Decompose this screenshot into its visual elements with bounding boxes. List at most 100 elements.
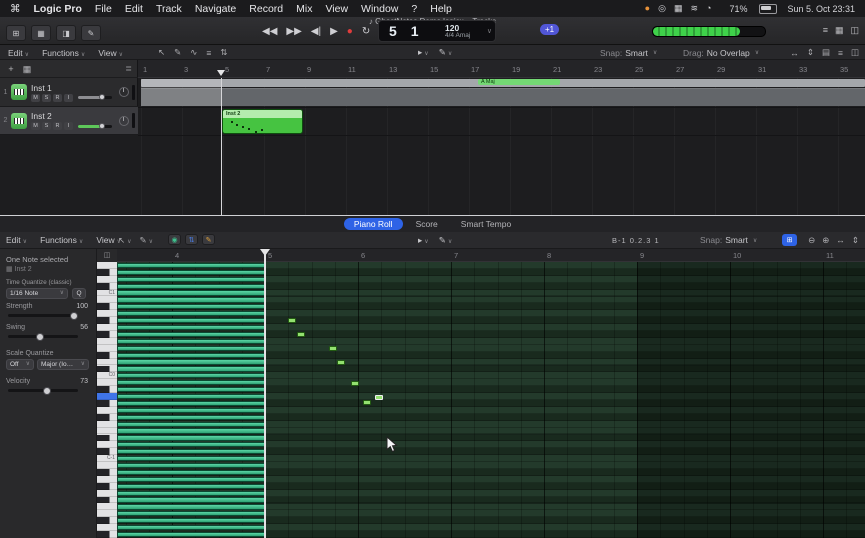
piano-key[interactable] bbox=[97, 524, 117, 532]
piano-key[interactable] bbox=[97, 413, 117, 421]
piano-key[interactable] bbox=[97, 345, 117, 352]
pianoroll-ruler[interactable]: 4 5 6 7 8 9 10 11 bbox=[117, 249, 865, 262]
midi-note-long[interactable] bbox=[117, 345, 265, 351]
piano-key[interactable]: C-1 bbox=[97, 455, 117, 463]
drag-select[interactable]: Drag: No Overlap ∨ bbox=[683, 45, 759, 60]
menu-navigate[interactable]: Navigate bbox=[195, 3, 236, 15]
midi-note-long[interactable] bbox=[117, 490, 265, 496]
midi-note-long[interactable] bbox=[117, 469, 265, 476]
tab-smart-tempo[interactable]: Smart Tempo bbox=[451, 218, 521, 230]
piano-key-selected[interactable] bbox=[97, 393, 117, 400]
arrange-area[interactable]: A Maj Inst 2 bbox=[138, 78, 865, 215]
tool-icon-2[interactable]: ∿ bbox=[190, 47, 197, 58]
view-toggle-icon-2[interactable]: ◫ bbox=[850, 25, 859, 36]
piano-key[interactable] bbox=[97, 448, 117, 456]
velocity-slider[interactable] bbox=[8, 386, 78, 395]
midi-note-long[interactable] bbox=[117, 525, 265, 531]
piano-key[interactable] bbox=[97, 297, 117, 304]
status-icon-4[interactable]: ◔ bbox=[706, 3, 711, 13]
chevron-down-icon[interactable]: ∨ bbox=[487, 27, 492, 35]
input-monitor-button[interactable]: I bbox=[64, 93, 73, 102]
inspector-toggle-icon[interactable]: ◫ bbox=[97, 249, 117, 262]
apple-menu[interactable]: ⌘ bbox=[10, 3, 21, 15]
pianoroll-cursor-tool-0[interactable]: ▸ ∨ bbox=[418, 235, 429, 246]
pianoroll-cursor-tool-1[interactable]: ✎ ∨ bbox=[439, 235, 453, 246]
brush-icon[interactable]: ✎ bbox=[202, 234, 215, 245]
tracks-menu-functions[interactable]: Functions ∨ bbox=[42, 48, 85, 58]
tool-icon-3[interactable]: ≡ bbox=[206, 48, 211, 58]
midi-note-long[interactable] bbox=[117, 531, 265, 538]
midi-note-long[interactable] bbox=[117, 276, 265, 282]
piano-key[interactable] bbox=[97, 428, 117, 435]
midi-note[interactable] bbox=[288, 318, 296, 324]
midi-note-long[interactable] bbox=[117, 421, 265, 427]
rewind-button[interactable]: ◀◀ bbox=[262, 24, 277, 40]
volume-knob[interactable] bbox=[98, 94, 105, 100]
pianoroll-zoom-icon-0[interactable]: ⊖ bbox=[808, 235, 815, 246]
snap-value[interactable]: Smart bbox=[625, 48, 648, 58]
mode-button-2[interactable]: ◨ bbox=[56, 25, 76, 41]
piano-key[interactable] bbox=[97, 317, 117, 325]
midi-note-long[interactable] bbox=[117, 504, 265, 510]
scale-mode-select[interactable]: Major (Io… ∨ bbox=[37, 359, 89, 370]
midi-note-long[interactable] bbox=[117, 428, 265, 434]
quantize-apply-button[interactable]: Q bbox=[72, 288, 86, 299]
region-inst2[interactable]: Inst 2 bbox=[222, 109, 303, 134]
piano-key[interactable] bbox=[97, 359, 117, 366]
menu-edit[interactable]: Edit bbox=[125, 3, 143, 15]
pianoroll-menu-functions[interactable]: Functions ∨ bbox=[40, 235, 83, 245]
strength-slider[interactable] bbox=[8, 311, 78, 320]
piano-key[interactable] bbox=[97, 262, 117, 269]
midi-note[interactable] bbox=[363, 400, 371, 406]
piano-key[interactable] bbox=[97, 496, 117, 504]
piano-key[interactable] bbox=[97, 400, 117, 407]
midi-note-long[interactable] bbox=[117, 476, 265, 482]
pianoroll-menu-edit[interactable]: Edit ∨ bbox=[6, 235, 27, 245]
midi-note-long[interactable] bbox=[117, 311, 265, 317]
swing-slider[interactable] bbox=[8, 332, 78, 341]
piano-key[interactable] bbox=[97, 365, 117, 373]
piano-key[interactable] bbox=[97, 310, 117, 318]
piano-key[interactable] bbox=[97, 441, 117, 449]
piano-key[interactable] bbox=[97, 462, 117, 469]
pianoroll-tool-select-0[interactable]: ↖ ∨ bbox=[118, 235, 132, 246]
midi-note-long[interactable] bbox=[117, 400, 265, 407]
tab-piano-roll[interactable]: Piano Roll bbox=[343, 218, 403, 230]
zoom-tool-icon-1[interactable]: ⇕ bbox=[807, 47, 814, 58]
piano-key[interactable]: C1 bbox=[97, 290, 117, 297]
midi-note-long[interactable] bbox=[117, 269, 265, 275]
piano-key[interactable] bbox=[97, 434, 117, 442]
piano-key[interactable] bbox=[97, 504, 117, 511]
mode-button-1[interactable]: ▦ bbox=[31, 25, 51, 41]
piano-key[interactable] bbox=[97, 490, 117, 497]
pan-knob[interactable] bbox=[119, 87, 129, 97]
record-enable-button[interactable]: R bbox=[53, 93, 62, 102]
forward-button[interactable]: ▶▶ bbox=[286, 24, 301, 40]
piano-key[interactable] bbox=[97, 338, 117, 345]
midi-note-long[interactable] bbox=[117, 304, 265, 310]
midi-note-long[interactable] bbox=[117, 297, 265, 303]
piano-key[interactable] bbox=[97, 517, 117, 525]
key-signature-chip[interactable]: A Maj bbox=[478, 79, 560, 85]
midi-note-long[interactable] bbox=[117, 497, 265, 503]
volume-knob[interactable] bbox=[99, 122, 106, 129]
pianoroll-tool-select-1[interactable]: ✎ ∨ bbox=[140, 235, 154, 246]
status-icon-1[interactable]: ◎ bbox=[658, 3, 666, 14]
piano-key[interactable] bbox=[97, 303, 117, 311]
midi-note-long[interactable] bbox=[117, 449, 265, 455]
piano-key[interactable] bbox=[97, 268, 117, 276]
midi-note-long[interactable] bbox=[117, 483, 265, 489]
mute-button[interactable]: M bbox=[31, 122, 40, 130]
arrange-ruler[interactable]: 1 3 5 7 9 11 13 15 17 19 21 23 25 27 29 31 33 35 bbox=[138, 60, 865, 78]
catch-playhead-button[interactable]: ⊞ bbox=[782, 234, 797, 246]
tool-icon-1[interactable]: ✎ bbox=[174, 47, 181, 58]
drag-value[interactable]: No Overlap bbox=[707, 48, 750, 58]
piano-key[interactable] bbox=[97, 351, 117, 359]
playhead[interactable] bbox=[221, 78, 222, 215]
menu-logic-pro[interactable]: Logic Pro bbox=[34, 3, 82, 15]
piano-key[interactable] bbox=[97, 379, 117, 387]
menu-track[interactable]: Track bbox=[156, 3, 182, 15]
piano-key[interactable] bbox=[97, 531, 117, 538]
midi-note-selected[interactable] bbox=[375, 395, 383, 401]
scale-root-select[interactable]: Off ∨ bbox=[6, 359, 34, 370]
